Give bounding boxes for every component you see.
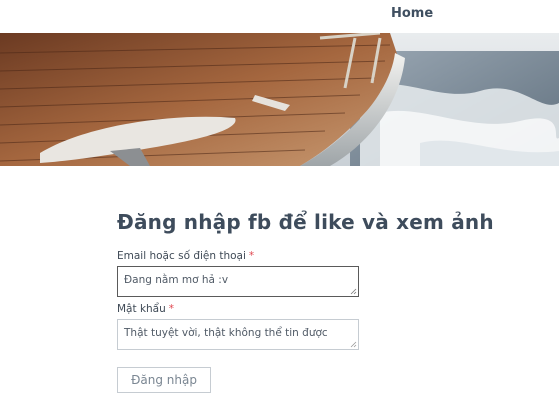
login-button[interactable]: Đăng nhập xyxy=(117,367,211,393)
boat-deck-ocean-photo xyxy=(0,33,559,166)
password-label: Mật khẩu * xyxy=(117,303,174,315)
email-value: Đang nằm mơ hả :v xyxy=(124,274,229,286)
resize-grip-icon[interactable] xyxy=(350,341,357,348)
nav-link-home[interactable]: Home xyxy=(391,6,433,21)
top-navigation: Home xyxy=(0,0,559,33)
required-marker: * xyxy=(248,250,255,262)
required-marker: * xyxy=(168,303,175,315)
password-field[interactable]: Thật tuyệt vời, thật không thể tin được xyxy=(117,319,359,350)
login-form: Đăng nhập fb để like và xem ảnh xyxy=(117,210,494,234)
password-label-text: Mật khẩu xyxy=(117,303,166,315)
password-value: Thật tuyệt vời, thật không thể tin được xyxy=(124,327,328,339)
resize-grip-icon[interactable] xyxy=(350,288,357,295)
form-title: Đăng nhập fb để like và xem ảnh xyxy=(117,210,494,234)
hero-image xyxy=(0,33,559,166)
email-field[interactable]: Đang nằm mơ hả :v xyxy=(117,266,359,297)
email-label-text: Email hoặc số điện thoại xyxy=(117,250,246,262)
email-label: Email hoặc số điện thoại * xyxy=(117,250,254,262)
